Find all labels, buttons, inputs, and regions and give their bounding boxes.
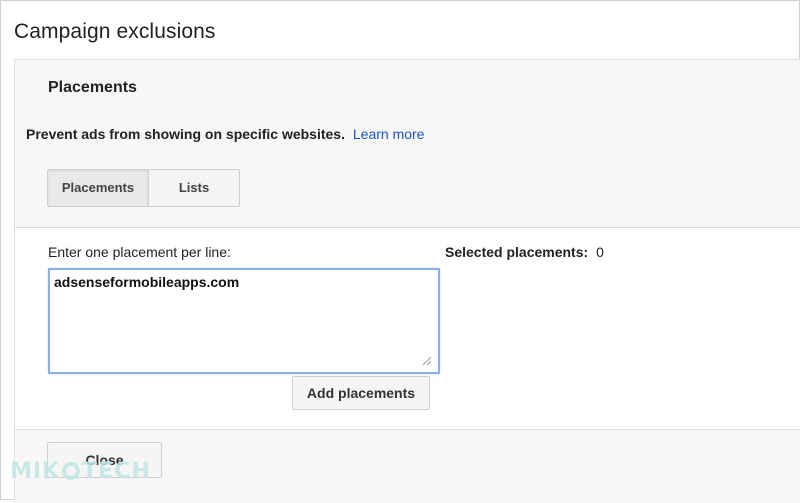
dialog-frame: Campaign exclusions Placements Prevent a… (0, 0, 800, 503)
selected-placements-label: Selected placements: 0 (445, 244, 604, 260)
selected-placements-count: 0 (596, 244, 604, 260)
placement-field-label: Enter one placement per line: (48, 244, 231, 260)
learn-more-link[interactable]: Learn more (353, 126, 425, 142)
section-title: Placements (48, 79, 137, 96)
watermark-text-left: MIK (10, 458, 61, 484)
tab-placements[interactable]: Placements (48, 170, 149, 206)
placement-textarea[interactable]: adsenseformobileapps.com (48, 268, 440, 374)
description-text: Prevent ads from showing on specific web… (26, 126, 424, 142)
watermark-ring-icon (62, 462, 81, 480)
tab-lists[interactable]: Lists (149, 170, 239, 206)
dialog-title: Campaign exclusions (14, 20, 216, 43)
exclusions-panel: Placements Prevent ads from showing on s… (14, 59, 800, 503)
placements-tab-group: Placements Lists (47, 169, 240, 207)
placements-header-section: Placements Prevent ads from showing on s… (15, 60, 800, 228)
watermark-text-right: TECH (82, 458, 151, 484)
resize-handle-icon[interactable] (420, 354, 432, 366)
description-label: Prevent ads from showing on specific web… (26, 126, 345, 142)
placement-editor-section: Enter one placement per line: adsensefor… (15, 228, 800, 428)
add-placements-button[interactable]: Add placements (292, 376, 430, 410)
selected-placements-text: Selected placements: (445, 244, 589, 260)
watermark-logo: MIK TECH (10, 456, 151, 486)
